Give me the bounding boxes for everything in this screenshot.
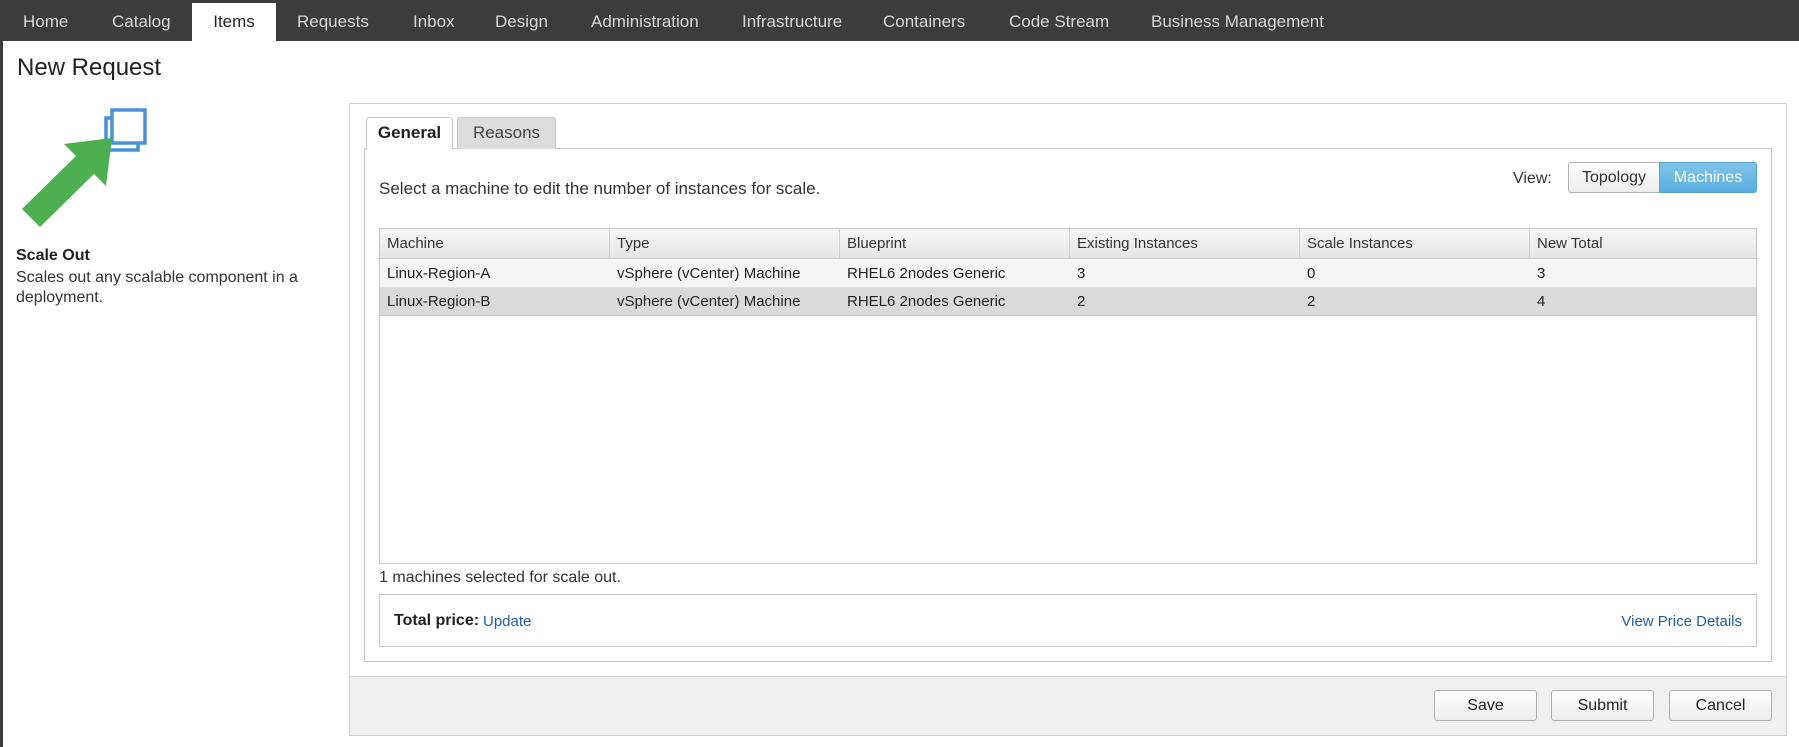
nav-tab-inbox[interactable]: Inbox: [413, 0, 455, 41]
column-header-machine[interactable]: Machine: [380, 229, 610, 259]
cancel-button[interactable]: Cancel: [1669, 690, 1772, 721]
column-header-blueprint[interactable]: Blueprint: [840, 229, 1070, 259]
price-panel: Total price: Update View Price Details: [379, 594, 1757, 647]
cell-type: vSphere (vCenter) Machine: [617, 293, 801, 310]
total-price-label: Total price:: [394, 612, 480, 629]
cell-blueprint: RHEL6 2nodes Generic: [847, 293, 1006, 310]
column-header-type[interactable]: Type: [610, 229, 840, 259]
instructions-text: Select a machine to edit the number of i…: [379, 179, 821, 198]
update-price-link[interactable]: Update: [483, 613, 531, 630]
selected-count-text: 1 machines selected for scale out.: [379, 569, 621, 586]
save-button[interactable]: Save: [1434, 690, 1537, 721]
cell-existing-instances: 3: [1077, 265, 1086, 282]
view-topology-button[interactable]: Topology: [1568, 162, 1660, 193]
nav-tab-home[interactable]: Home: [23, 0, 68, 41]
nav-tab-code-stream[interactable]: Code Stream: [1009, 0, 1109, 41]
table-header: Machine Type Blueprint Existing Instance…: [380, 229, 1756, 259]
page-title: New Request: [17, 54, 162, 81]
nav-tab-containers[interactable]: Containers: [883, 0, 965, 41]
cell-new-total: 3: [1537, 265, 1546, 282]
cell-machine: Linux-Region-A: [387, 265, 491, 282]
view-price-details-link[interactable]: View Price Details: [1621, 613, 1742, 630]
submit-button[interactable]: Submit: [1551, 690, 1654, 721]
column-header-existing-instances[interactable]: Existing Instances: [1070, 229, 1300, 259]
nav-tab-requests[interactable]: Requests: [297, 0, 369, 41]
machines-table: Machine Type Blueprint Existing Instance…: [379, 228, 1757, 564]
tab-reasons[interactable]: Reasons: [457, 117, 556, 149]
view-machines-button[interactable]: Machines: [1659, 162, 1757, 193]
table-row[interactable]: Linux-Region-A vSphere (vCenter) Machine…: [380, 260, 1756, 288]
scale-out-icon: [22, 108, 147, 227]
cell-type: vSphere (vCenter) Machine: [617, 265, 801, 282]
nav-tab-administration[interactable]: Administration: [591, 0, 699, 41]
cell-machine: Linux-Region-B: [387, 293, 491, 310]
column-header-scale-instances[interactable]: Scale Instances: [1300, 229, 1530, 259]
cell-existing-instances: 2: [1077, 293, 1086, 310]
tab-general[interactable]: General: [366, 117, 453, 150]
action-name: Scale Out: [16, 247, 90, 264]
cell-scale-instances[interactable]: 0: [1300, 260, 1530, 288]
top-navigation: Home Catalog Items Requests Inbox Design…: [0, 0, 1799, 41]
nav-tab-catalog[interactable]: Catalog: [112, 0, 171, 41]
nav-tab-items[interactable]: Items: [192, 3, 276, 41]
nav-tab-infrastructure[interactable]: Infrastructure: [742, 0, 842, 41]
table-row-selected[interactable]: Linux-Region-B vSphere (vCenter) Machine…: [380, 288, 1756, 316]
action-description: Scales out any scalable component in a d…: [16, 269, 298, 306]
window-frame: [0, 41, 3, 747]
view-label: View:: [1513, 170, 1552, 187]
nav-tab-design[interactable]: Design: [495, 0, 548, 41]
cell-scale-instances[interactable]: 2: [1300, 288, 1530, 316]
cell-blueprint: RHEL6 2nodes Generic: [847, 265, 1006, 282]
nav-tab-business-management[interactable]: Business Management: [1151, 0, 1324, 41]
column-header-new-total[interactable]: New Total: [1530, 229, 1756, 259]
cell-new-total: 4: [1537, 293, 1546, 310]
